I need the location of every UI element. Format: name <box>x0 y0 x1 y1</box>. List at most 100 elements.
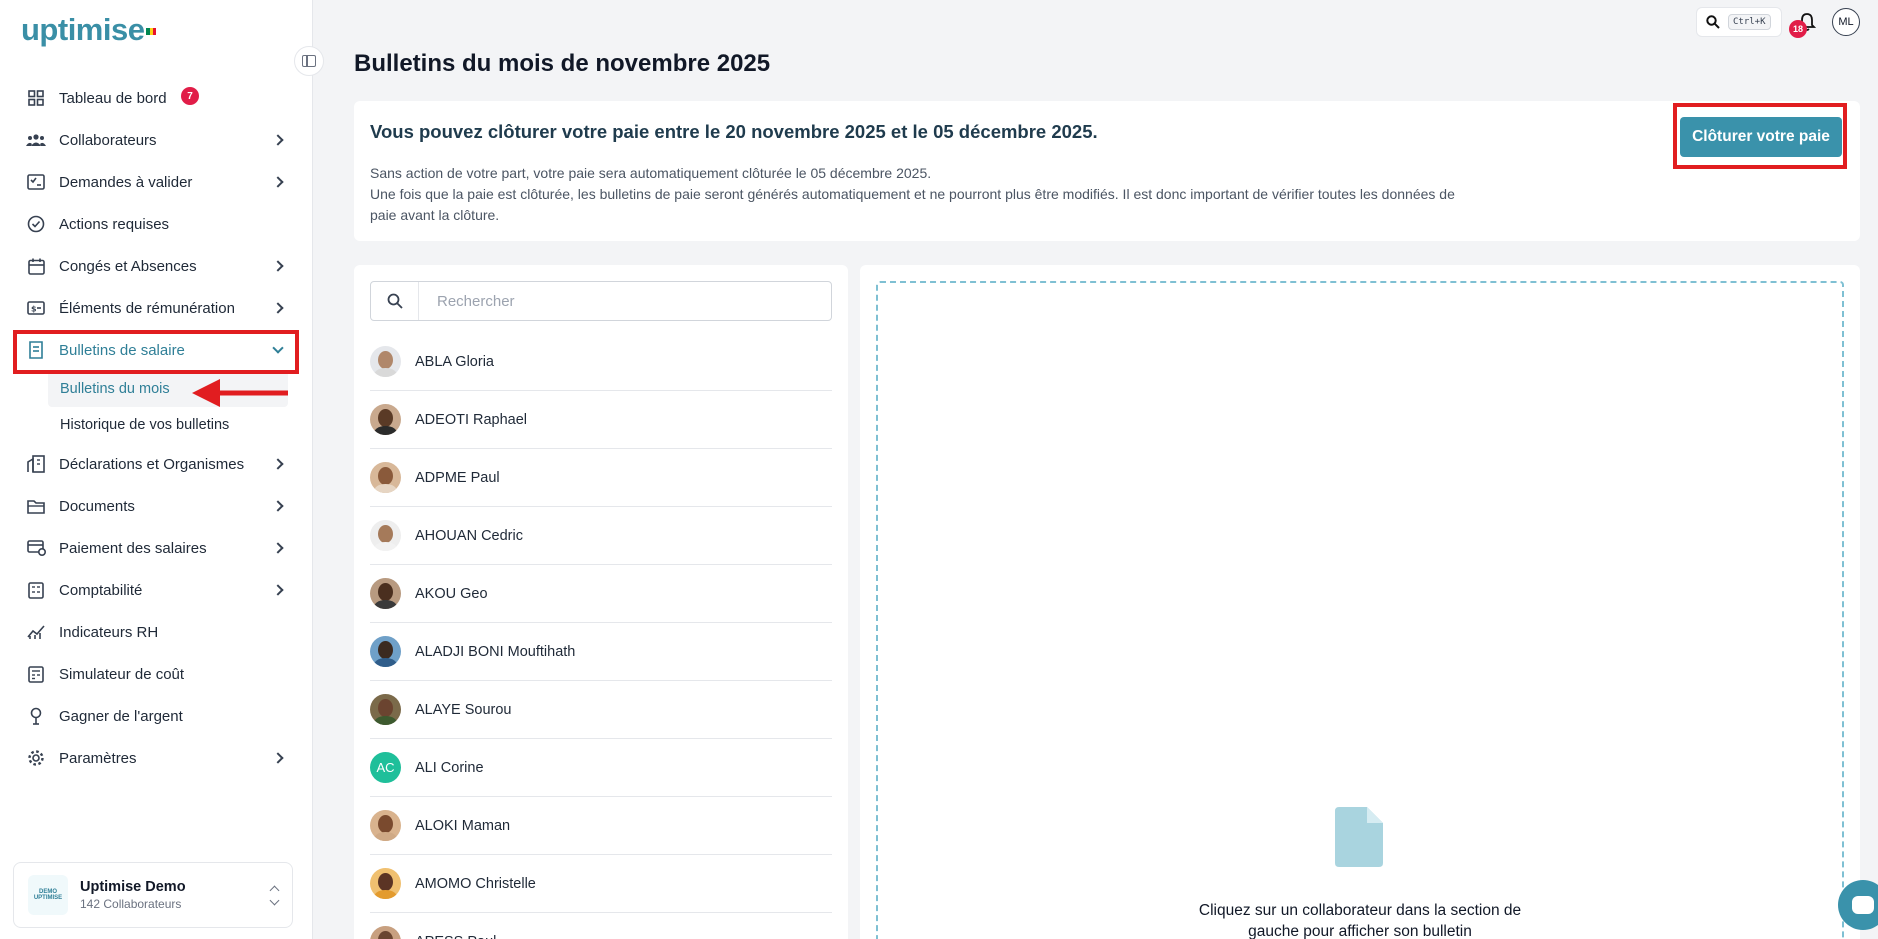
notifications-badge: 18 <box>1789 20 1807 38</box>
chevron-right-icon <box>272 500 284 512</box>
building-icon <box>26 454 46 474</box>
sidebar-item-declarations-et-organismes[interactable]: Déclarations et Organismes <box>14 443 298 485</box>
sidebar-item-label: Collaborateurs <box>59 131 157 149</box>
page-title: Bulletins du mois de novembre 2025 <box>354 50 771 77</box>
chevron-right-icon <box>272 458 284 470</box>
employee-row[interactable]: ALADJI BONI Mouftihath <box>370 623 832 681</box>
company-name: Uptimise Demo <box>80 879 186 895</box>
sidebar-item-gagner-de-l-argent[interactable]: Gagner de l'argent <box>14 695 298 737</box>
company-logo: DEMO UPTIMISE <box>28 875 68 915</box>
document-icon <box>1335 807 1383 867</box>
sidebar-item-actions-requises[interactable]: Actions requises <box>14 203 298 245</box>
sidebar-item-label: Paiement des salaires <box>59 539 207 557</box>
money-icon: $ <box>26 298 46 318</box>
collapse-sidebar-button[interactable] <box>294 46 324 76</box>
employee-list-panel: ABLA Gloria ADEOTI Raphael ADPME Paul AHOUA… <box>354 265 848 939</box>
employee-row[interactable]: ABLA Gloria <box>370 333 832 391</box>
employee-name: APESS Paul <box>415 934 496 939</box>
sidebar-item-tableau-de-bord[interactable]: Tableau de bord <box>14 77 298 119</box>
gear-icon <box>26 748 46 768</box>
user-avatar[interactable]: ML <box>1832 8 1860 36</box>
chevron-right-icon <box>272 584 284 596</box>
chat-icon <box>1852 896 1874 914</box>
employee-row[interactable]: AKOU Geo <box>370 565 832 623</box>
sidebar-item-label: Tableau de bord <box>59 89 167 107</box>
sidebar-item-label: Indicateurs RH <box>59 623 159 641</box>
employee-name: AKOU Geo <box>415 585 488 602</box>
company-switcher[interactable]: DEMO UPTIMISE Uptimise Demo 142 Collabor… <box>13 862 293 928</box>
sidebar-item-label: Documents <box>59 497 135 515</box>
shortcut-hint: Ctrl+K <box>1728 14 1771 30</box>
employee-search[interactable] <box>370 281 832 321</box>
annotation-highlight-bulletins <box>13 330 299 374</box>
employee-name: ALADJI BONI Mouftihath <box>415 643 576 660</box>
employee-avatar <box>370 346 401 377</box>
employee-avatar <box>370 926 401 939</box>
sidebar-item-demandes-a-valider[interactable]: Demandes à valider <box>14 161 298 203</box>
sidebar-item-documents[interactable]: Documents <box>14 485 298 527</box>
employee-search-input[interactable] <box>419 292 819 310</box>
sidebar-item-label: Demandes à valider <box>59 173 193 191</box>
employee-avatar <box>370 868 401 899</box>
sidebar-item-label: Gagner de l'argent <box>59 707 183 725</box>
sidebar-item-collaborateurs[interactable]: Collaborateurs <box>14 119 298 161</box>
employee-list: ABLA Gloria ADEOTI Raphael ADPME Paul AHOUA… <box>370 333 832 939</box>
sidebar-nav: Tableau de bord Collaborateurs Demandes à … <box>14 77 298 779</box>
chevron-right-icon <box>272 542 284 554</box>
global-search-button[interactable]: Ctrl+K <box>1696 7 1782 37</box>
company-employee-count: 142 Collaborateurs <box>80 897 182 911</box>
uptimise-logo[interactable]: uptimise <box>21 12 157 48</box>
employee-name: AMOMO Christelle <box>415 875 536 892</box>
employee-row[interactable]: APESS Paul <box>370 913 832 939</box>
payroll-close-info-card: Vous pouvez clôturer votre paie entre le… <box>354 101 1860 241</box>
sidebar-subitem-historique[interactable]: Historique de vos bulletins <box>14 407 298 443</box>
annotation-arrow-icon <box>192 379 288 407</box>
users-icon <box>26 130 46 150</box>
chevron-right-icon <box>272 176 284 188</box>
sidebar-item-comptabilite[interactable]: Comptabilité <box>14 569 298 611</box>
employee-row[interactable]: ADEOTI Raphael <box>370 391 832 449</box>
employee-row[interactable]: AHOUAN Cedric <box>370 507 832 565</box>
employee-avatar <box>370 636 401 667</box>
sidebar-item-elements-de-remuneration[interactable]: $ Éléments de rémunération <box>14 287 298 329</box>
sidebar: uptimise Tableau de bord Collaborateurs De… <box>0 0 313 939</box>
sidebar-item-label: Simulateur de coût <box>59 665 185 683</box>
employee-row[interactable]: AMOMO Christelle <box>370 855 832 913</box>
calculator-icon <box>26 580 46 600</box>
employee-name: ADPME Paul <box>415 469 500 486</box>
sidebar-item-conges-et-absences[interactable]: Congés et Absences <box>14 245 298 287</box>
sidebar-item-paiement-des-salaires[interactable]: Paiement des salaires <box>14 527 298 569</box>
employee-avatar <box>370 520 401 551</box>
chart-icon <box>26 622 46 642</box>
employee-name: ADEOTI Raphael <box>415 411 528 428</box>
chevron-right-icon <box>272 302 284 314</box>
employee-name: ALOKI Maman <box>415 817 511 834</box>
dashboard-icon <box>26 88 46 108</box>
award-icon <box>26 706 46 726</box>
employee-name: ABLA Gloria <box>415 353 494 370</box>
sidebar-item-label: Déclarations et Organismes <box>59 455 245 473</box>
chevron-up-down-icon <box>269 885 280 905</box>
employee-name: ALAYE Sourou <box>415 701 512 718</box>
sidebar-item-label: Éléments de rémunération <box>59 299 235 317</box>
folder-icon <box>26 496 46 516</box>
sidebar-item-label: Comptabilité <box>59 581 143 599</box>
search-icon <box>371 282 419 320</box>
sidebar-item-simulateur-de-cout[interactable]: Simulateur de coût <box>14 653 298 695</box>
employee-row[interactable]: ADPME Paul <box>370 449 832 507</box>
employee-row[interactable]: ALOKI Maman <box>370 797 832 855</box>
employee-avatar <box>370 810 401 841</box>
sidebar-item-label: Paramètres <box>59 749 137 767</box>
sidebar-item-parametres[interactable]: Paramètres <box>14 737 298 779</box>
employee-row[interactable]: AC ALI Corine <box>370 739 832 797</box>
simulator-icon <box>26 664 46 684</box>
employee-avatar <box>370 694 401 725</box>
calendar-icon <box>26 256 46 276</box>
sidebar-item-indicateurs-rh[interactable]: Indicateurs RH <box>14 611 298 653</box>
employee-avatar: AC <box>370 752 401 783</box>
preview-empty-message: Cliquez sur un collaborateur dans la sec… <box>1198 902 1522 939</box>
sidebar-item-label: Actions requises <box>59 215 170 233</box>
close-period-title: Vous pouvez clôturer votre paie entre le… <box>370 121 1098 142</box>
chevron-right-icon <box>272 134 284 146</box>
employee-row[interactable]: ALAYE Sourou <box>370 681 832 739</box>
